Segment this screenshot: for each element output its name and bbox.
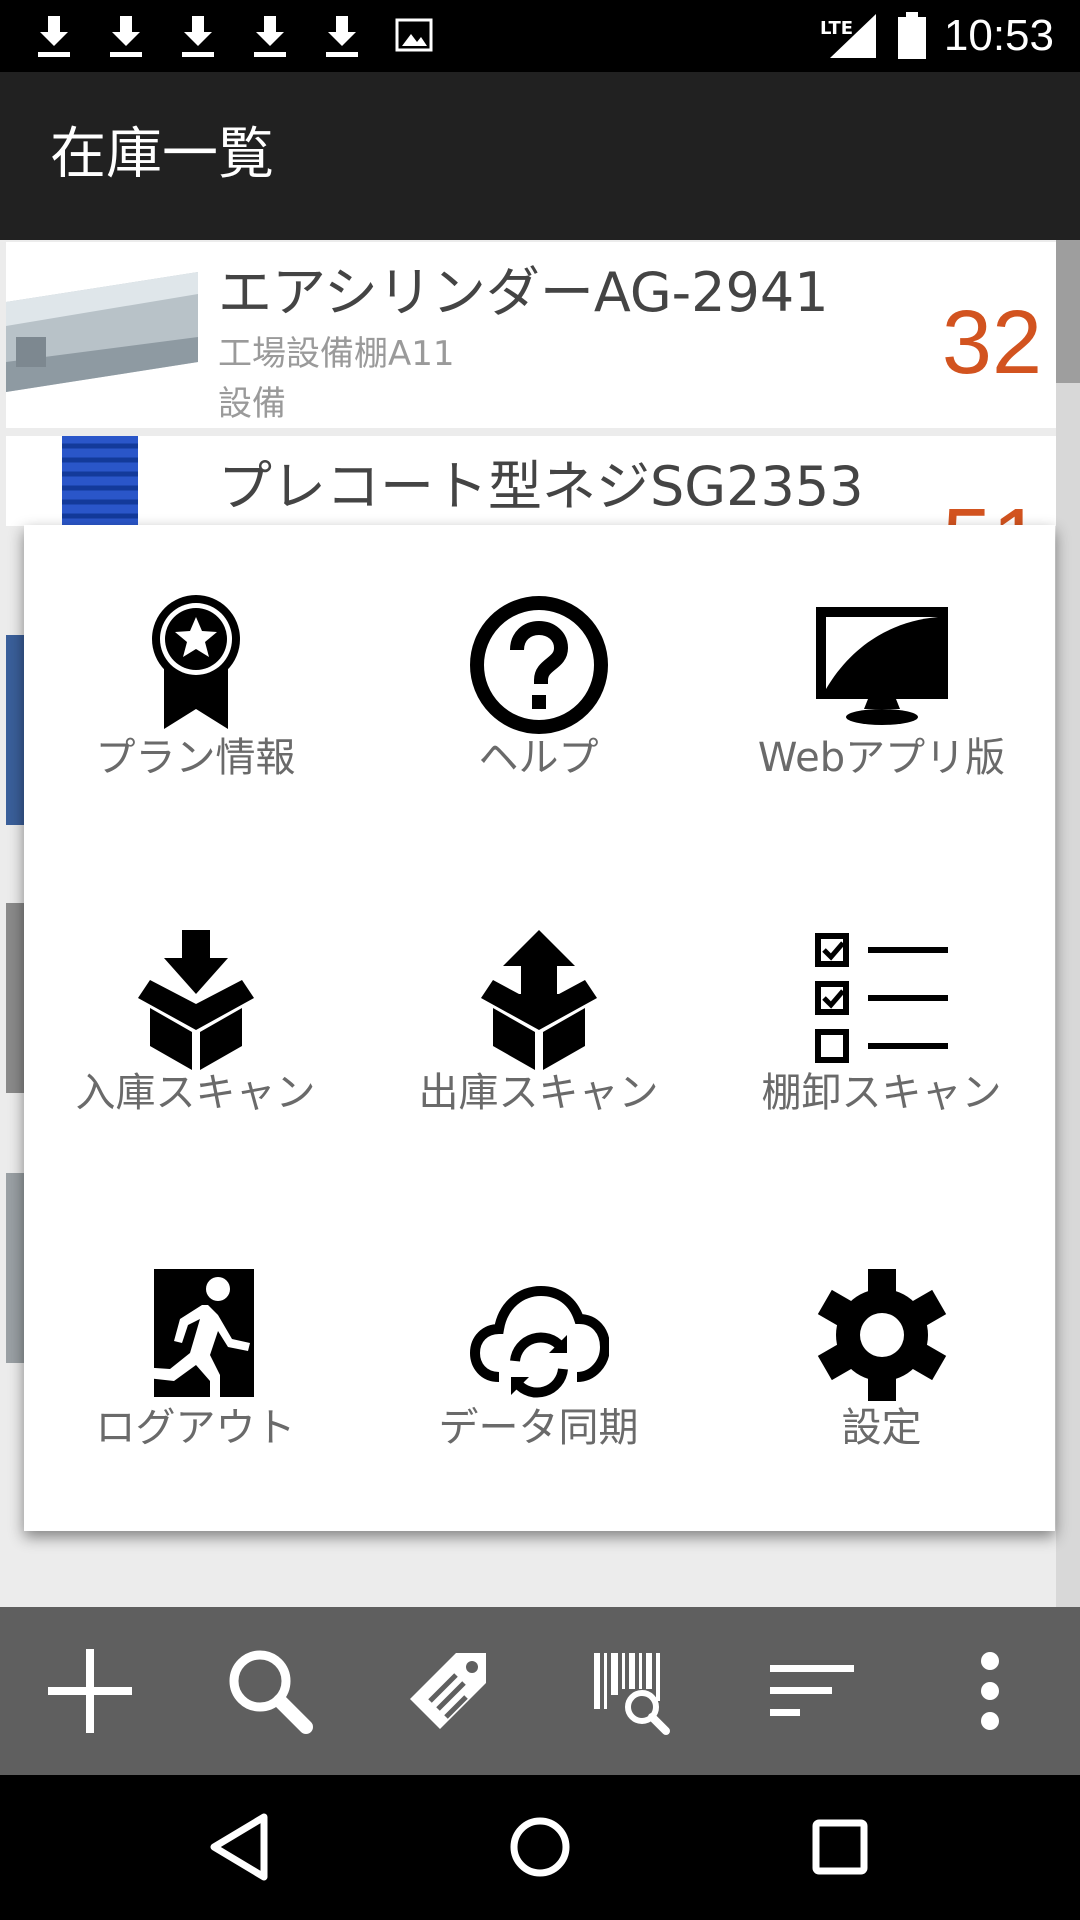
item-name: エアシリンダーAG-2941 (218, 261, 829, 324)
box-in-icon (137, 930, 254, 1070)
menu-item-plan[interactable]: プラン情報 (24, 525, 367, 860)
exit-icon (137, 1269, 254, 1405)
menu-item-label: ヘルプ (478, 735, 599, 781)
product-thumbnail (6, 242, 198, 428)
menu-item-logout[interactable]: ログアウト (24, 1195, 367, 1530)
checklist-icon (814, 933, 948, 1063)
box-out-icon (480, 930, 597, 1070)
barcode-search-icon[interactable] (580, 1641, 680, 1741)
download-icon (110, 16, 142, 57)
clock: 10:53 (943, 11, 1054, 60)
cloud-sync-icon (469, 1285, 609, 1398)
battery-icon (898, 12, 926, 59)
menu-item-inventory-scan[interactable]: 棚卸スキャン (710, 860, 1053, 1195)
image-icon (395, 18, 433, 52)
menu-item-data-sync[interactable]: データ同期 (367, 1195, 710, 1530)
menu-item-settings[interactable]: 設定 (710, 1195, 1053, 1530)
menu-item-stock-out-scan[interactable]: 出庫スキャン (367, 860, 710, 1195)
product-thumbnail (6, 903, 24, 1093)
help-circle-icon (469, 596, 608, 734)
more-vert-icon[interactable] (940, 1641, 1040, 1741)
gear-icon (817, 1269, 946, 1401)
menu-item-label: 出庫スキャン (418, 1070, 659, 1116)
download-icon (182, 16, 214, 57)
menu-item-label: プラン情報 (95, 735, 296, 781)
lte-signal-icon: LTE (820, 14, 876, 58)
menu-item-label: 棚卸スキャン (761, 1070, 1002, 1116)
navigation-bar (0, 1775, 1080, 1920)
product-thumbnail (6, 635, 24, 825)
menu-item-label: ログアウト (95, 1405, 296, 1451)
product-thumbnail (6, 1173, 24, 1363)
menu-item-help[interactable]: ヘルプ (367, 525, 710, 860)
menu-item-label: データ同期 (438, 1405, 639, 1451)
menu-item-label: 設定 (841, 1405, 922, 1451)
download-icon (326, 16, 358, 57)
search-icon[interactable] (220, 1641, 320, 1741)
status-bar: LTE 10:53 (0, 0, 1080, 72)
bottom-action-bar (0, 1607, 1080, 1775)
recents-icon[interactable] (800, 1807, 880, 1887)
add-icon[interactable] (40, 1641, 140, 1741)
app-bar: 在庫一覧 (0, 72, 1080, 240)
item-quantity: 32 (941, 293, 1042, 393)
tag-edit-icon[interactable] (400, 1641, 500, 1741)
item-quantity: 51 (942, 490, 1042, 526)
product-thumbnail (6, 436, 198, 526)
menu-item-label: Webアプリ版 (757, 735, 1006, 781)
monitor-icon (815, 607, 948, 725)
item-location: 工場設備棚A11 (218, 334, 455, 374)
sort-icon[interactable] (760, 1641, 860, 1741)
menu-item-label: 入庫スキャン (75, 1070, 316, 1116)
menu-sheet: プラン情報 ヘルプ Webアプリ版 入庫スキャン 出庫スキャン 棚卸スキャン ロ… (24, 525, 1055, 1531)
menu-item-stock-in-scan[interactable]: 入庫スキャン (24, 860, 367, 1195)
back-icon[interactable] (200, 1807, 280, 1887)
scrollbar-thumb[interactable] (1056, 240, 1080, 383)
download-icon (38, 16, 70, 57)
list-item[interactable]: プレコート型ネジSG2353 51 (6, 436, 1056, 526)
item-name: プレコート型ネジSG2353 (218, 455, 864, 518)
scrollbar[interactable] (1056, 240, 1080, 1607)
award-ribbon-icon (151, 595, 240, 729)
page-title: 在庫一覧 (50, 122, 274, 187)
item-category: 設備 (218, 384, 286, 424)
menu-item-web-app[interactable]: Webアプリ版 (710, 525, 1053, 860)
download-icon (254, 16, 286, 57)
svg-text:LTE: LTE (820, 18, 853, 39)
home-icon[interactable] (500, 1807, 580, 1887)
list-item[interactable]: エアシリンダーAG-2941 工場設備棚A11 設備 32 (6, 242, 1056, 428)
